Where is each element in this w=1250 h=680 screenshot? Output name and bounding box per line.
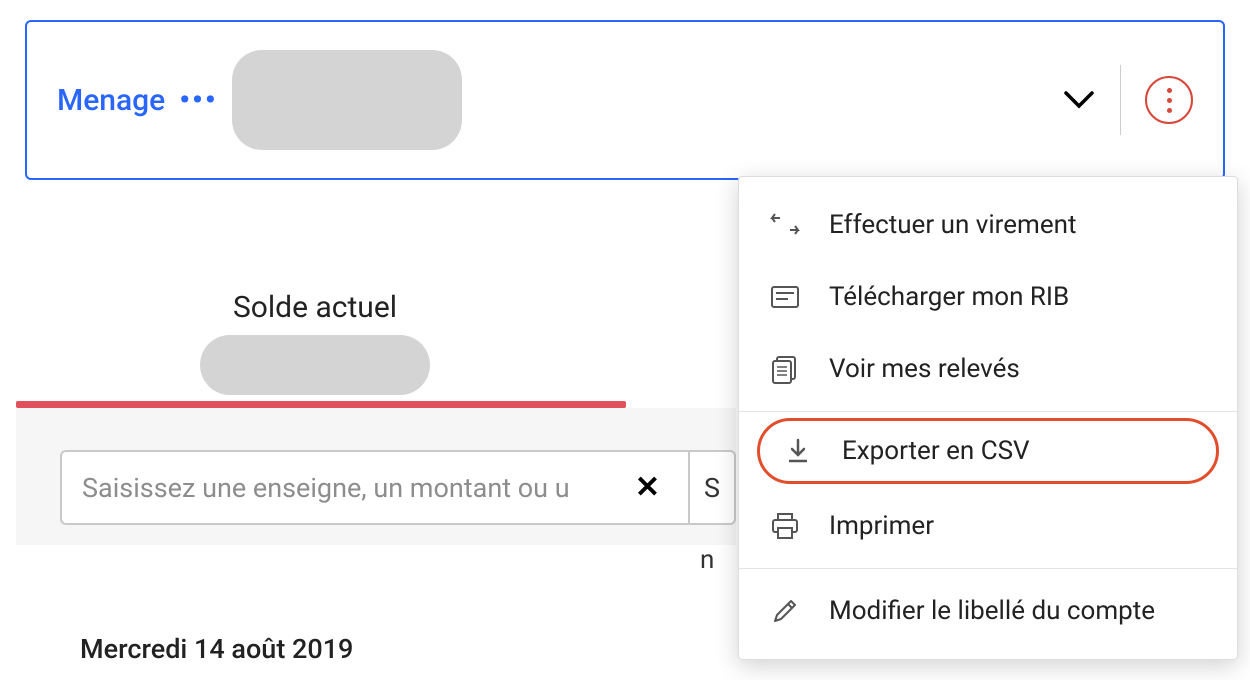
statements-icon bbox=[767, 351, 803, 387]
account-name: Menage bbox=[57, 83, 165, 118]
menu-item-transfer[interactable]: Effectuer un virement bbox=[739, 189, 1237, 261]
filter-button[interactable]: S bbox=[690, 450, 736, 525]
pencil-icon bbox=[767, 593, 803, 629]
search-input[interactable]: Saisissez une enseigne, un montant ou u bbox=[82, 472, 627, 504]
filter-button-initial: S bbox=[704, 472, 720, 504]
menu-item-print[interactable]: Imprimer bbox=[739, 490, 1237, 562]
search-row: Saisissez une enseigne, un montant ou u … bbox=[60, 450, 736, 525]
balance-indicator-bar bbox=[16, 401, 626, 408]
search-box[interactable]: Saisissez une enseigne, un montant ou u … bbox=[60, 450, 690, 525]
redacted-balance-amount bbox=[200, 335, 430, 395]
account-info: Menage ••• bbox=[57, 50, 462, 150]
menu-item-label: Exporter en CSV bbox=[842, 436, 1030, 466]
menu-item-download-rib[interactable]: Télécharger mon RIB bbox=[739, 261, 1237, 333]
menu-item-export-csv[interactable]: Exporter en CSV bbox=[757, 418, 1219, 484]
menu-item-label: Voir mes relevés bbox=[829, 354, 1020, 384]
download-icon bbox=[780, 433, 816, 469]
balance-section: Solde actuel bbox=[0, 290, 630, 395]
vertical-separator bbox=[1120, 65, 1121, 135]
more-actions-button[interactable] bbox=[1145, 76, 1193, 124]
account-actions bbox=[1062, 65, 1193, 135]
balance-label: Solde actuel bbox=[0, 290, 630, 325]
rib-document-icon bbox=[767, 279, 803, 315]
close-icon[interactable]: ✕ bbox=[627, 470, 668, 505]
menu-item-label: Imprimer bbox=[829, 511, 934, 541]
menu-item-edit-label[interactable]: Modifier le libellé du compte bbox=[739, 575, 1237, 647]
menu-divider bbox=[739, 411, 1237, 412]
account-masked-dots: ••• bbox=[179, 83, 217, 118]
print-icon bbox=[767, 508, 803, 544]
menu-item-label: Modifier le libellé du compte bbox=[829, 596, 1155, 626]
menu-item-statements[interactable]: Voir mes relevés bbox=[739, 333, 1237, 405]
menu-item-label: Effectuer un virement bbox=[829, 210, 1076, 240]
transfer-icon bbox=[767, 207, 803, 243]
menu-divider bbox=[739, 568, 1237, 569]
search-panel: Saisissez une enseigne, un montant ou u … bbox=[16, 408, 736, 545]
menu-item-label: Télécharger mon RIB bbox=[829, 282, 1069, 312]
redacted-account-number bbox=[232, 50, 462, 150]
account-selector[interactable]: Menage ••• bbox=[25, 20, 1225, 180]
chevron-down-icon[interactable] bbox=[1062, 83, 1096, 117]
actions-dropdown-menu: Effectuer un virement Télécharger mon RI… bbox=[738, 176, 1238, 660]
